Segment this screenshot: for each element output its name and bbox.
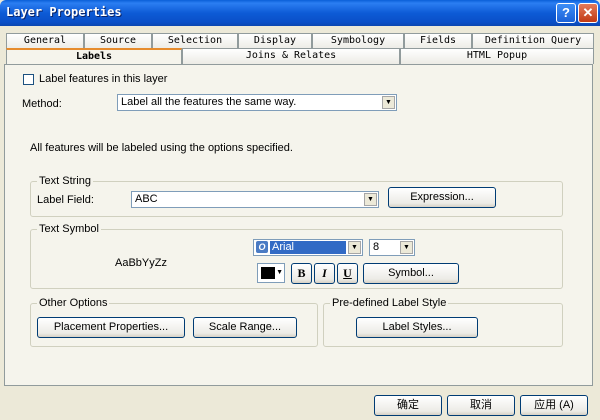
ok-button[interactable]: 确定 (374, 395, 442, 416)
predefined-label-style-group: Pre-defined Label Style Label Styles... (323, 297, 563, 347)
symbol-button[interactable]: Symbol... (363, 263, 459, 284)
help-button[interactable]: ? (556, 3, 576, 23)
tab-joins-relates[interactable]: Joins & Relates (182, 48, 400, 64)
text-color-picker[interactable]: ▼ (257, 263, 285, 283)
label-features-checkbox[interactable] (23, 74, 34, 85)
tab-general[interactable]: General (6, 33, 84, 49)
font-dropdown[interactable]: O Arial ▼ (253, 239, 363, 256)
labels-panel: Label features in this layer Method: Lab… (4, 64, 593, 386)
label-styles-button[interactable]: Label Styles... (356, 317, 478, 338)
tab-symbology[interactable]: Symbology (312, 33, 404, 49)
tab-fields[interactable]: Fields (404, 33, 472, 49)
label-field-label: Label Field: (37, 194, 94, 206)
font-size-value: 8 (373, 241, 380, 253)
chevron-down-icon: ▼ (276, 269, 283, 276)
tab-definition-query[interactable]: Definition Query (472, 33, 594, 49)
font-type-icon: O (256, 241, 268, 253)
chevron-down-icon: ▼ (400, 241, 413, 254)
method-dropdown[interactable]: Label all the features the same way. ▼ (117, 94, 397, 111)
scale-range-button[interactable]: Scale Range... (193, 317, 297, 338)
label-field-value: ABC (135, 193, 158, 205)
other-options-title: Other Options (37, 297, 110, 309)
other-options-group: Other Options Placement Properties... Sc… (30, 297, 318, 347)
predefined-label-style-title: Pre-defined Label Style (330, 297, 449, 309)
tab-display[interactable]: Display (238, 33, 312, 49)
chevron-down-icon: ▼ (382, 96, 395, 109)
text-symbol-group: Text Symbol AaBbYyZz O Arial ▼ 8 ▼ ▼ B I… (30, 223, 563, 289)
window-title: Layer Properties (6, 5, 122, 19)
expression-button[interactable]: Expression... (388, 187, 496, 208)
tab-row-back: General Source Selection Display Symbolo… (6, 33, 594, 49)
label-features-label: Label features in this layer (39, 73, 168, 85)
text-string-group: Text String Label Field: ABC ▼ Expressio… (30, 175, 563, 217)
title-bar[interactable]: Layer Properties ? ✕ (0, 0, 600, 26)
tab-html-popup[interactable]: HTML Popup (400, 48, 594, 64)
bold-button[interactable]: B (291, 263, 312, 284)
apply-button[interactable]: 应用 (A) (520, 395, 588, 416)
placement-properties-button[interactable]: Placement Properties... (37, 317, 185, 338)
text-string-title: Text String (37, 175, 93, 187)
chevron-down-icon: ▼ (348, 241, 361, 254)
tab-source[interactable]: Source (84, 33, 152, 49)
close-button[interactable]: ✕ (578, 3, 598, 23)
tab-selection[interactable]: Selection (152, 33, 238, 49)
text-symbol-title: Text Symbol (37, 223, 101, 235)
font-size-dropdown[interactable]: 8 ▼ (369, 239, 415, 256)
label-field-dropdown[interactable]: ABC ▼ (131, 191, 379, 208)
info-text: All features will be labeled using the o… (30, 142, 293, 154)
underline-button[interactable]: U (337, 263, 358, 284)
method-value: Label all the features the same way. (121, 96, 297, 108)
font-value: Arial (270, 241, 346, 254)
tab-row-front: Labels Joins & Relates HTML Popup (6, 48, 594, 65)
help-icon: ? (562, 5, 570, 20)
cancel-button[interactable]: 取消 (447, 395, 515, 416)
chevron-down-icon: ▼ (364, 193, 377, 206)
color-swatch (261, 267, 275, 279)
close-icon: ✕ (582, 5, 594, 20)
italic-button[interactable]: I (314, 263, 335, 284)
sample-text: AaBbYyZz (115, 257, 167, 269)
tab-labels[interactable]: Labels (6, 48, 182, 65)
method-label: Method: (22, 98, 62, 110)
